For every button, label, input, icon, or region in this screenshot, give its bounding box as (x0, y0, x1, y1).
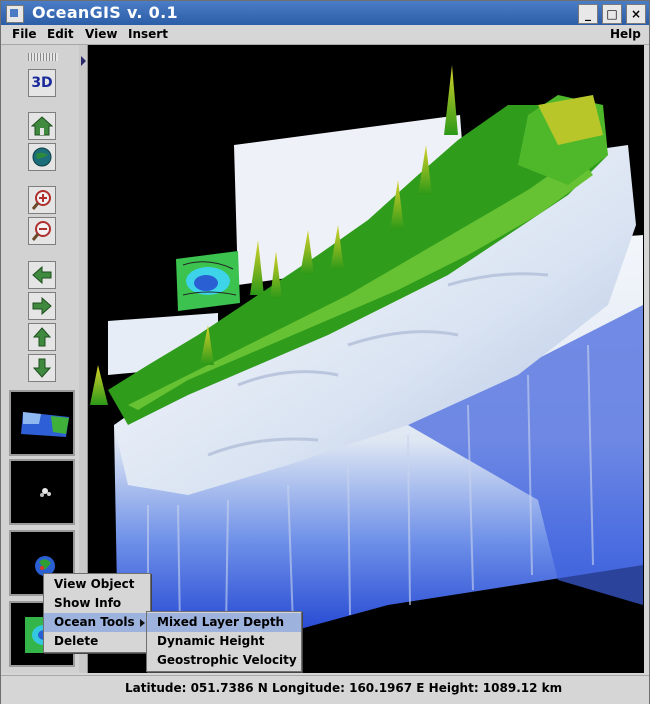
menu-help[interactable]: Help (610, 27, 641, 41)
title-bar[interactable]: OceanGIS v. 0.1 _ □ × (1, 1, 649, 25)
terrain-render (90, 65, 643, 645)
ocean-tools-submenu: Mixed Layer Depth Dynamic Height Geostro… (146, 611, 302, 672)
contour-tile (176, 251, 240, 311)
globe-button[interactable] (28, 143, 56, 171)
3d-map-viewport[interactable] (88, 45, 644, 673)
menu-item-view-object[interactable]: View Object (44, 575, 150, 594)
3d-mode-button[interactable]: 3D (28, 69, 56, 97)
menu-item-delete[interactable]: Delete (44, 632, 150, 651)
menu-file[interactable]: File (12, 27, 37, 41)
arrow-right-icon (32, 296, 52, 316)
globe-icon (32, 147, 52, 167)
menu-item-ocean-tools[interactable]: Ocean Tools (44, 613, 150, 632)
menu-edit[interactable]: Edit (47, 27, 74, 41)
app-icon[interactable] (6, 5, 24, 23)
home-button[interactable] (28, 112, 56, 140)
minimize-button[interactable]: _ (578, 4, 598, 24)
close-button[interactable]: × (626, 4, 646, 24)
pan-left-button[interactable] (28, 261, 56, 289)
menu-item-dynamic-height[interactable]: Dynamic Height (147, 632, 301, 651)
submenu-arrow-icon (140, 619, 145, 627)
3d-label: 3D (31, 75, 53, 91)
home-icon (31, 116, 53, 136)
window-title: OceanGIS v. 0.1 (32, 3, 178, 22)
pan-down-button[interactable] (28, 354, 56, 382)
menu-item-mixed-layer-depth[interactable]: Mixed Layer Depth (147, 613, 301, 632)
toolbar-grip[interactable] (28, 53, 58, 61)
terrain-thumbnail-image (21, 412, 69, 437)
layer-thumbnail[interactable] (9, 459, 75, 525)
layer-context-menu: View Object Show Info Ocean Tools Delete (43, 573, 151, 653)
pan-right-button[interactable] (28, 292, 56, 320)
menu-view[interactable]: View (85, 27, 117, 41)
zoom-in-button[interactable] (28, 186, 56, 214)
arrow-left-icon (32, 265, 52, 285)
menu-bar: File Edit View Insert Help (1, 25, 649, 45)
menu-item-show-info[interactable]: Show Info (44, 594, 150, 613)
layer-thumbnail[interactable] (9, 390, 75, 456)
menu-item-geostrophic-velocity[interactable]: Geostrophic Velocity (147, 651, 301, 670)
point-cloud-thumbnail-image (40, 488, 51, 497)
zoom-out-icon (31, 221, 51, 241)
arrow-down-icon (32, 358, 52, 378)
status-bar: Latitude: 051.7386 N Longitude: 160.1967… (1, 675, 649, 704)
zoom-in-icon (31, 190, 51, 210)
coordinates-readout: Latitude: 051.7386 N Longitude: 160.1967… (125, 681, 563, 695)
collapse-arrow-icon (81, 56, 86, 66)
arrow-up-icon (32, 327, 52, 347)
menu-insert[interactable]: Insert (128, 27, 168, 41)
zoom-out-button[interactable] (28, 217, 56, 245)
maximize-button[interactable]: □ (602, 4, 622, 24)
menu-item-ocean-tools-label: Ocean Tools (54, 615, 135, 629)
pan-up-button[interactable] (28, 323, 56, 351)
